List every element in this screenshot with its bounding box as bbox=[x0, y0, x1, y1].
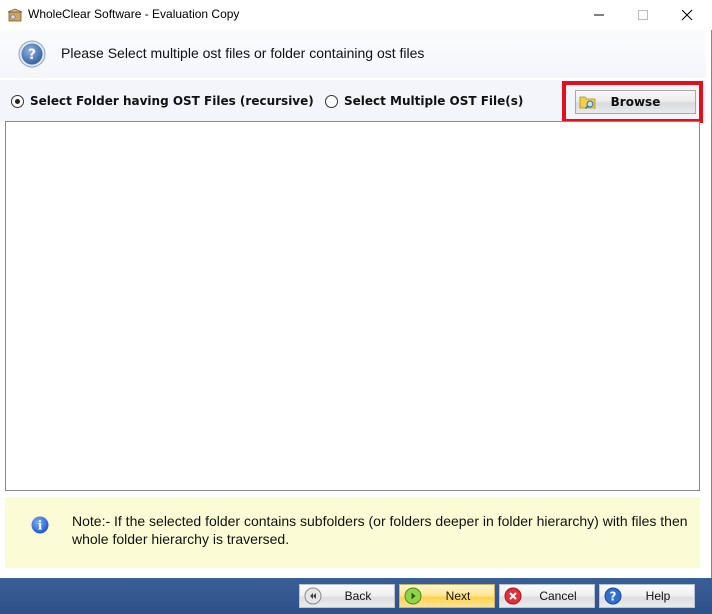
close-button[interactable] bbox=[664, 0, 710, 30]
browse-label: Browse bbox=[610, 95, 661, 109]
question-circle-icon: ? bbox=[18, 40, 46, 68]
radio-select-folder[interactable]: Select Folder having OST Files (recursiv… bbox=[11, 94, 314, 108]
back-label: Back bbox=[344, 589, 372, 603]
cancel-label: Cancel bbox=[539, 589, 577, 603]
radio-select-files[interactable]: Select Multiple OST File(s) bbox=[325, 94, 523, 108]
app-logo-icon bbox=[7, 8, 23, 22]
next-button[interactable]: Next bbox=[399, 584, 495, 608]
cancel-button[interactable]: Cancel bbox=[499, 584, 595, 608]
svg-text:i: i bbox=[38, 519, 43, 533]
close-icon bbox=[681, 9, 693, 21]
svg-text:?: ? bbox=[28, 47, 36, 63]
minimize-icon bbox=[594, 14, 604, 16]
radio-folder-label: Select Folder having OST Files (recursiv… bbox=[30, 94, 314, 108]
note-text: Note:- If the selected folder contains s… bbox=[72, 513, 688, 547]
window-title: WholeClear Software - Evaluation Copy bbox=[28, 7, 240, 21]
next-arrow-icon bbox=[404, 587, 422, 605]
info-icon: i bbox=[31, 516, 49, 534]
maximize-button[interactable] bbox=[620, 0, 666, 30]
selected-files-list[interactable] bbox=[5, 121, 700, 491]
radio-files-indicator[interactable] bbox=[325, 94, 338, 108]
maximize-icon bbox=[638, 10, 648, 20]
header-instruction: Please Select multiple ost files or fold… bbox=[61, 45, 425, 61]
minimize-button[interactable] bbox=[576, 0, 622, 30]
back-arrow-icon bbox=[304, 587, 322, 605]
browse-button[interactable]: Browse bbox=[575, 90, 696, 114]
app-window: WholeClear Software - Evaluation Copy ? … bbox=[0, 0, 712, 614]
wizard-header: ? Please Select multiple ost files or fo… bbox=[0, 30, 706, 78]
radio-files-label: Select Multiple OST File(s) bbox=[344, 94, 524, 108]
title-bar: WholeClear Software - Evaluation Copy bbox=[0, 0, 712, 30]
back-button[interactable]: Back bbox=[299, 584, 395, 608]
svg-text:?: ? bbox=[610, 590, 617, 604]
wizard-footer: Back Next Cancel ? Help bbox=[0, 578, 712, 614]
help-button[interactable]: ? Help bbox=[599, 584, 695, 608]
next-label: Next bbox=[445, 589, 471, 603]
radio-folder-indicator[interactable] bbox=[11, 94, 24, 108]
cancel-x-icon bbox=[504, 587, 522, 605]
note-panel: i Note:- If the selected folder contains… bbox=[5, 497, 700, 568]
help-label: Help bbox=[645, 589, 671, 603]
help-question-icon: ? bbox=[604, 587, 622, 605]
